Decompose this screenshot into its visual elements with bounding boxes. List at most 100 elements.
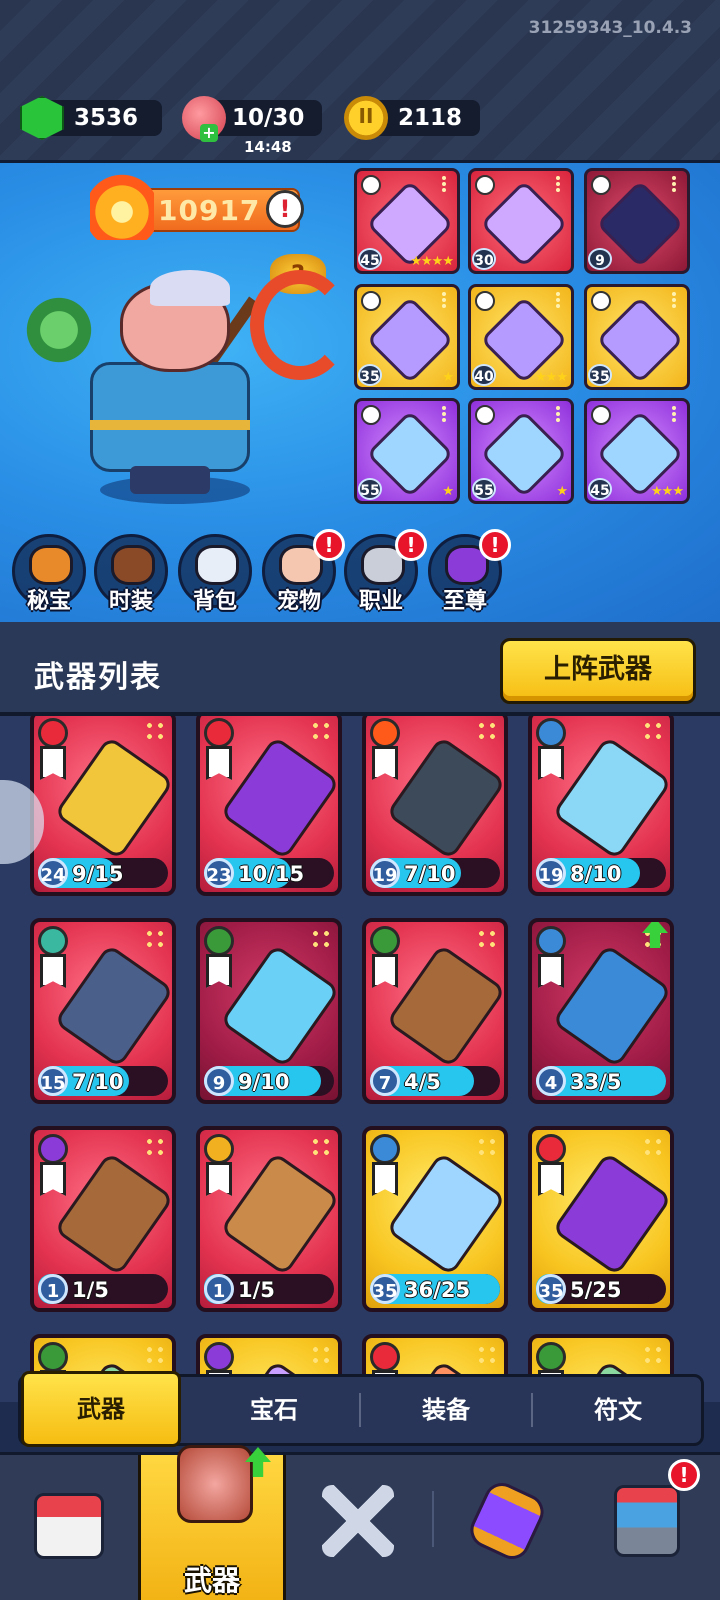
weapon-list-header: 武器列表 上阵武器 — [0, 622, 720, 716]
shop-icon — [34, 1493, 104, 1559]
slot-level: 55 — [472, 478, 496, 500]
element-icon — [204, 718, 234, 748]
weapon-card[interactable]: 7 4/5 — [362, 918, 508, 1104]
nav-potion[interactable] — [434, 1455, 584, 1600]
weapon-grid[interactable]: 24 9/15 23 10/15 19 7/10 19 8/10 15 7/10 9 9/10 7 4/5… — [0, 716, 720, 1402]
weapon-art — [219, 1151, 338, 1277]
element-badge-icon — [361, 175, 381, 195]
weapon-art — [53, 735, 172, 861]
weapon-level: 15 — [40, 1073, 66, 1094]
menu-label: 宠物 — [276, 589, 321, 614]
slot-dots-icon — [672, 292, 682, 308]
element-icon — [204, 926, 234, 956]
class-ribbon-icon — [40, 746, 66, 780]
weapon-card[interactable]: 24 9/15 — [30, 716, 176, 896]
add-stamina-icon[interactable]: + — [200, 124, 218, 142]
nav-battle[interactable] — [286, 1455, 432, 1600]
shard-count: 4/5 — [404, 1070, 441, 1094]
power-info-button[interactable]: ! — [266, 190, 304, 228]
shard-count: 33/5 — [570, 1070, 622, 1094]
equipped-slot[interactable]: 30 — [468, 168, 574, 274]
weapon-level: 19 — [372, 865, 398, 886]
menu-supreme[interactable]: 至尊! — [428, 529, 511, 614]
nav-shop[interactable] — [0, 1455, 138, 1600]
weapon-card[interactable]: 19 7/10 — [362, 716, 508, 896]
weapon-card[interactable]: 19 8/10 — [528, 716, 674, 896]
backpack-icon — [177, 1445, 253, 1523]
equipped-slot[interactable]: 35 — [584, 284, 690, 390]
slot-stars: ★★★ — [535, 370, 568, 385]
menu-class[interactable]: 职业! — [344, 529, 427, 614]
menu-label: 时装 — [108, 589, 153, 614]
class-ribbon-icon — [538, 746, 564, 780]
weapon-card[interactable]: 35 5/25 — [528, 1126, 674, 1312]
card-dots-icon — [642, 720, 664, 742]
weapon-card[interactable]: 4 33/5 — [528, 918, 674, 1104]
category-tabs: 武器 宝石 装备 符文 — [18, 1371, 704, 1447]
weapon-card[interactable]: 23 10/15 — [196, 716, 342, 896]
element-icon — [370, 1134, 400, 1164]
fashion-icon — [111, 545, 155, 585]
slot-stars: ★★★★ — [410, 254, 454, 269]
weapon-art — [219, 735, 338, 861]
class-ribbon-icon — [40, 1162, 66, 1196]
nav-weapons[interactable]: 武器 — [138, 1445, 286, 1600]
weapon-level: 1 — [212, 1281, 226, 1302]
weapon-card[interactable]: 9 9/10 — [196, 918, 342, 1104]
slot-level: 35 — [588, 364, 612, 386]
tab-runes[interactable]: 符文 — [533, 1377, 703, 1443]
element-badge-icon — [361, 405, 381, 425]
tab-gems[interactable]: 宝石 — [189, 1377, 359, 1443]
menu-fashion[interactable]: 时装 — [94, 534, 168, 614]
menu-label: 背包 — [192, 589, 237, 614]
shard-count: 5/25 — [570, 1278, 622, 1302]
fire-icon — [90, 170, 154, 240]
weapon-card[interactable]: 1 1/5 — [30, 1126, 176, 1312]
tab-equipment[interactable]: 装备 — [361, 1377, 531, 1443]
slot-level: 45 — [588, 478, 612, 500]
hero-character[interactable] — [70, 270, 270, 500]
menu-treasure[interactable]: 秘宝 — [12, 534, 86, 614]
weapon-card[interactable]: 15 7/10 — [30, 918, 176, 1104]
menu-bag[interactable]: 背包 — [178, 534, 252, 614]
menu-label: 秘宝 — [26, 589, 71, 614]
equipped-slot[interactable]: 9 — [584, 168, 690, 274]
alert-icon: ! — [395, 529, 427, 561]
slot-level: 30 — [472, 248, 496, 270]
equipped-slot[interactable]: 45 ★★★ — [584, 398, 690, 504]
slot-stars: ★★★ — [651, 484, 684, 499]
slot-dots-icon — [442, 406, 452, 422]
slot-dots-icon — [442, 176, 452, 192]
version-label: 31259343_10.4.3 — [528, 18, 692, 38]
coin-count: 2118 — [398, 105, 463, 131]
card-dots-icon — [144, 1344, 166, 1366]
tab-weapons[interactable]: 武器 — [21, 1371, 181, 1447]
potion-icon — [464, 1477, 550, 1565]
resource-bar: 31259343_10.4.3 3536 10/30 + 14:48 2118 — [0, 0, 720, 160]
element-badge-icon — [591, 175, 611, 195]
weapon-card[interactable]: 35 36/25 — [362, 1126, 508, 1312]
character-coat — [90, 362, 250, 472]
equipped-slot[interactable]: 45 ★★★★ — [354, 168, 460, 274]
slot-dots-icon — [556, 176, 566, 192]
element-icon — [536, 718, 566, 748]
menu-pet[interactable]: 宠物! — [262, 529, 345, 614]
weapon-level: 9 — [212, 1073, 226, 1094]
equipped-slot[interactable]: 35 ★ — [354, 284, 460, 390]
weapon-list-title: 武器列表 — [34, 660, 162, 695]
element-icon — [536, 1342, 566, 1372]
equipped-slot[interactable]: 55 ★ — [468, 398, 574, 504]
equipped-slot[interactable]: 55 ★ — [354, 398, 460, 504]
bag-icon — [195, 545, 239, 585]
card-dots-icon — [310, 1136, 332, 1158]
slot-level: 45 — [358, 248, 382, 270]
weapon-level: 35 — [538, 1281, 564, 1302]
element-badge-icon — [475, 175, 495, 195]
nav-building[interactable]: ! — [584, 1455, 720, 1600]
weapon-card[interactable]: 1 1/5 — [196, 1126, 342, 1312]
weapon-art — [385, 1151, 504, 1277]
equipped-slot[interactable]: 40 ★★★ — [468, 284, 574, 390]
treasure-icon — [29, 545, 73, 585]
deploy-weapon-button[interactable]: 上阵武器 — [500, 638, 696, 704]
shard-count: 7/10 — [72, 1070, 124, 1094]
